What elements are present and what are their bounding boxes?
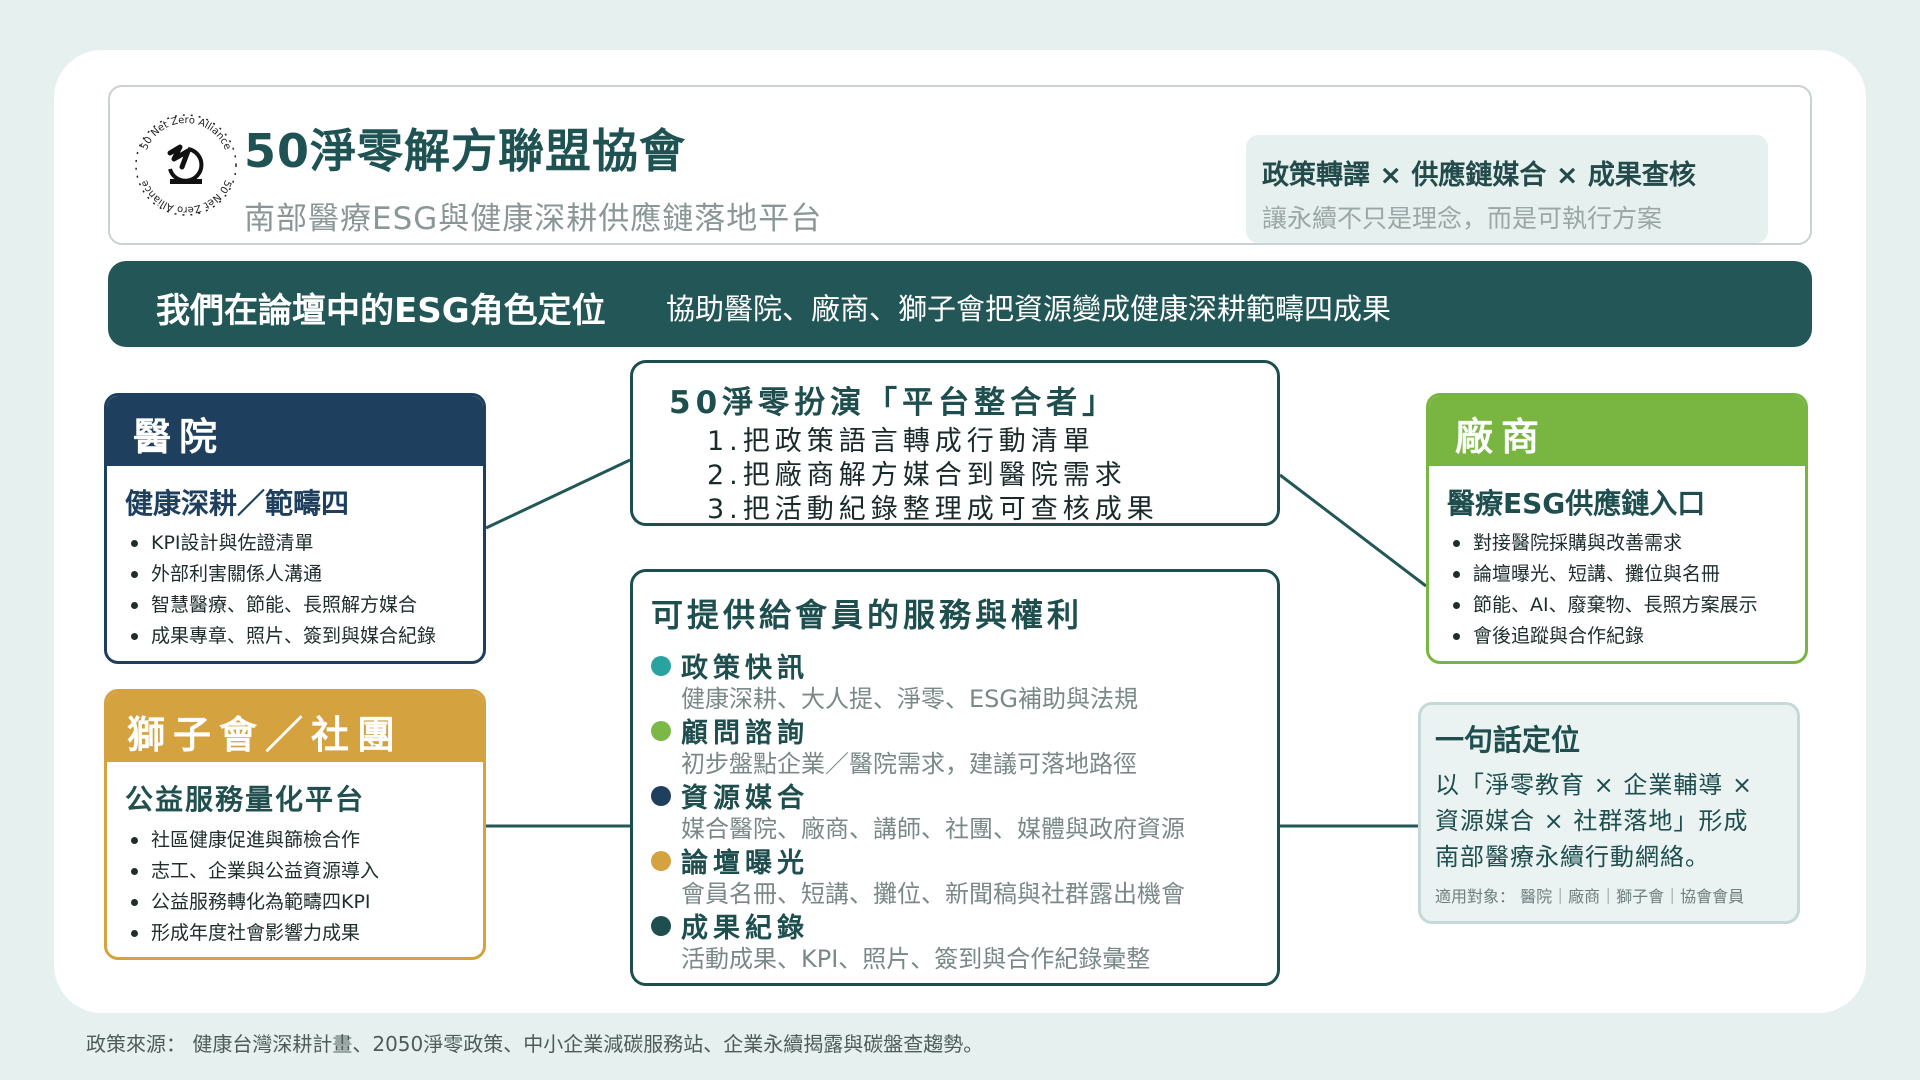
services-title: 可提供給會員的服務與權利 [651,596,1084,634]
svg-text:50 Net Zero Alliance: 50 Net Zero Alliance [139,115,233,152]
hospital-card-subtitle: 健康深耕／範疇四 [125,487,350,520]
oneline-line: 南部醫療永續行動網絡。 [1435,843,1710,871]
service-desc: 初步盤點企業／醫院需求，建議可落地路徑 [681,750,1137,778]
service-dot-icon [651,851,671,871]
list-item: 論壇曝光、短講、攤位與名冊 [1451,559,1758,590]
oneline-line: 資源媒合 × 社群落地」形成 [1435,807,1749,835]
lions-list: 社區健康促進與篩檢合作 志工、企業與公益資源導入 公益服務轉化為範疇四KPI 形… [129,825,379,949]
oneline-line: 以「淨零教育 × 企業輔導 × [1435,771,1754,799]
slogan-box: 政策轉譯 × 供應鏈媒合 × 成果查核 讓永續不只是理念，而是可執行方案 [1246,135,1768,243]
vendor-list: 對接醫院採購與改善需求 論壇曝光、短講、攤位與名冊 節能、AI、廢棄物、長照方案… [1451,528,1758,652]
list-item: 會後追蹤與合作紀錄 [1451,621,1758,652]
list-item: 成果專章、照片、簽到與媒合紀錄 [129,621,436,652]
lions-card-title: 獅子會／社團 [107,692,483,762]
connector-hospital-role [485,458,631,530]
service-dot-icon [651,916,671,936]
brand-title: 50淨零解方聯盟協會 [244,124,687,178]
lions-club-card: 獅子會／社團 公益服務量化平台 社區健康促進與篩檢合作 志工、企業與公益資源導入… [104,689,486,960]
list-item: 志工、企業與公益資源導入 [129,856,379,887]
service-desc: 活動成果、KPI、照片、簽到與合作紀錄彙整 [681,945,1151,973]
list-item: 外部利害關係人溝通 [129,559,436,590]
service-dot-icon [651,656,671,676]
list-item: 社區健康促進與篩檢合作 [129,825,379,856]
list-item: 對接醫院採購與改善需求 [1451,528,1758,559]
hospital-list: KPI設計與佐證清單 外部利害關係人溝通 智慧醫療、節能、長照解方媒合 成果專章… [129,528,436,652]
header: 50 Net Zero Alliance 50 Net Zero Allianc… [108,85,1812,245]
hospital-card: 醫院 健康深耕／範疇四 KPI設計與佐證清單 外部利害關係人溝通 智慧醫療、節能… [104,393,486,664]
lions-card-subtitle: 公益服務量化平台 [125,783,366,816]
one-line-positioning: 一句話定位 以「淨零教育 × 企業輔導 × 資源媒合 × 社群落地」形成 南部醫… [1418,702,1800,924]
member-services-box: 可提供給會員的服務與權利 政策快訊 健康深耕、大人提、淨零、ESG補助與法規 顧… [630,569,1280,986]
banner-title: 我們在論壇中的ESG角色定位 [156,291,606,331]
list-item: 公益服務轉化為範疇四KPI [129,887,379,918]
oneline-audience: 適用對象： 醫院｜廠商｜獅子會｜協會會員 [1435,887,1745,906]
vendor-card-subtitle: 醫療ESG供應鏈入口 [1447,487,1706,520]
connector-role-vendor [1279,473,1427,588]
slogan-sub: 讓永續不只是理念，而是可執行方案 [1262,204,1663,233]
service-desc: 會員名冊、短講、攤位、新聞稿與社群露出機會 [681,880,1185,908]
hospital-card-title: 醫院 [107,396,483,466]
role-title: 50淨零扮演「平台整合者」 [669,385,1119,421]
policy-source-footnote: 政策來源： 健康台灣深耕計畫、2050淨零政策、中小企業減碳服務站、企業永續揭露… [86,1032,984,1056]
service-desc: 健康深耕、大人提、淨零、ESG補助與法規 [681,685,1138,713]
list-item: 節能、AI、廢棄物、長照方案展示 [1451,590,1758,621]
vendor-card-title: 廠商 [1429,396,1805,466]
vendor-card: 廠商 醫療ESG供應鏈入口 對接醫院採購與改善需求 論壇曝光、短講、攤位與名冊 … [1426,393,1808,664]
list-item: 智慧醫療、節能、長照解方媒合 [129,590,436,621]
banner-text: 協助醫院、廠商、獅子會把資源變成健康深耕範疇四成果 [666,292,1392,326]
service-desc: 媒合醫院、廠商、講師、社團、媒體與政府資源 [681,815,1185,843]
service-dot-icon [651,786,671,806]
role-banner: 我們在論壇中的ESG角色定位 協助醫院、廠商、獅子會把資源變成健康深耕範疇四成果 [108,261,1812,347]
list-item: KPI設計與佐證清單 [129,528,436,559]
platform-role-box: 50淨零扮演「平台整合者」 1.把政策語言轉成行動清單 2.把廠商解方媒合到醫院… [630,360,1280,526]
service-dot-icon [651,721,671,741]
brand-subtitle: 南部醫療ESG與健康深耕供應鏈落地平台 [244,201,823,237]
role-item: 3.把活動紀錄整理成可查核成果 [707,494,1159,525]
alliance-logo-icon: 50 Net Zero Alliance 50 Net Zero Allianc… [135,114,237,216]
oneline-title: 一句話定位 [1435,723,1581,757]
list-item: 形成年度社會影響力成果 [129,918,379,949]
slogan-main: 政策轉譯 × 供應鏈媒合 × 成果查核 [1262,160,1696,191]
